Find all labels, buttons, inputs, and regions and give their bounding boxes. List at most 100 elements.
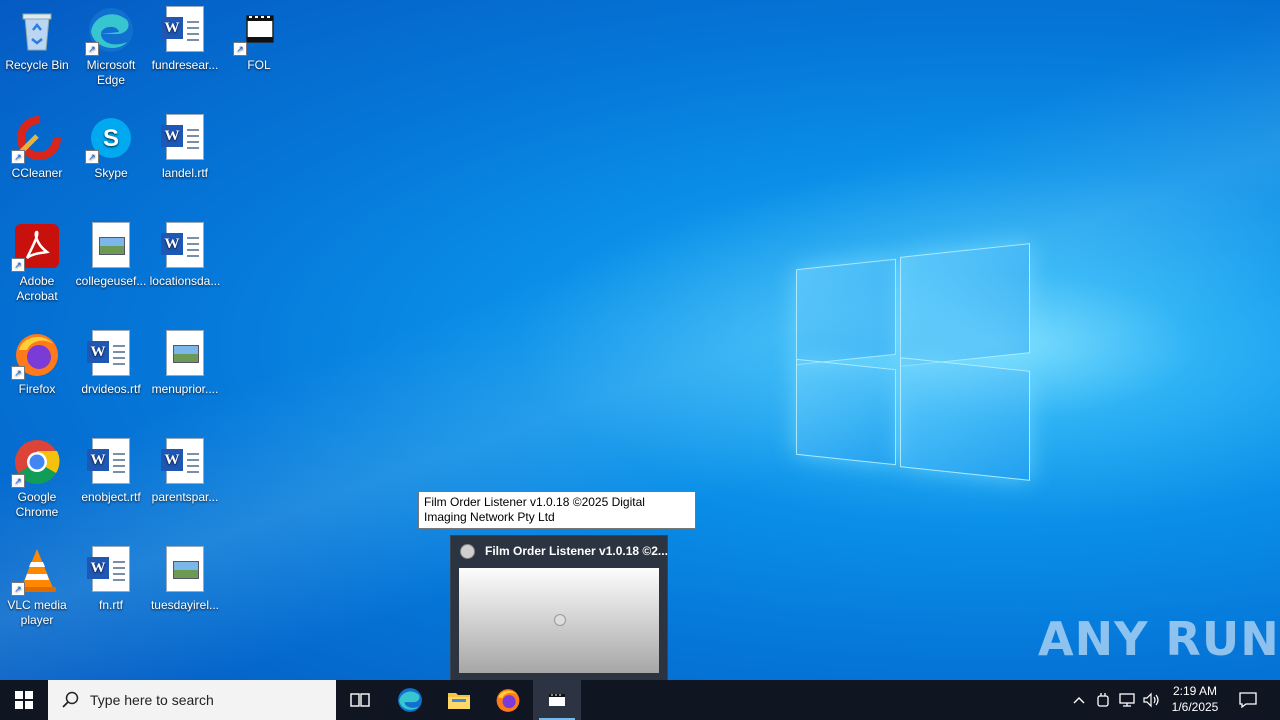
taskbar-film-order-listener-button[interactable] bbox=[533, 680, 581, 720]
desktop-icon-label: Skype bbox=[94, 166, 128, 180]
taskbar-file-explorer-button[interactable] bbox=[435, 680, 483, 720]
edge-icon: ↗ bbox=[85, 6, 135, 56]
volume-icon bbox=[1143, 692, 1159, 708]
desktop-icon-locationsda[interactable]: W locationsda... bbox=[148, 216, 222, 289]
desktop-icon-label: Firefox bbox=[18, 382, 56, 396]
desktop-icon-label: locationsda... bbox=[149, 274, 221, 288]
desktop-icon-parentspar[interactable]: W parentspar... bbox=[148, 432, 222, 505]
desktop-icon-ccleaner[interactable]: ↗ CCleaner bbox=[0, 108, 74, 181]
device-icon bbox=[1097, 693, 1109, 707]
shortcut-arrow-icon: ↗ bbox=[85, 42, 99, 56]
desktop-icon-fn[interactable]: W fn.rtf bbox=[74, 540, 148, 613]
start-button[interactable] bbox=[0, 680, 48, 720]
desktop-icon-fol[interactable]: ↗ FOL bbox=[222, 0, 296, 73]
desktop-icon-label: Recycle Bin bbox=[5, 58, 69, 72]
shortcut-arrow-icon: ↗ bbox=[11, 366, 25, 380]
desktop-icon-menuprior[interactable]: menuprior.... bbox=[148, 324, 222, 397]
taskbar-search-box[interactable]: Type here to search bbox=[48, 680, 336, 720]
desktop-icon-label: menuprior.... bbox=[151, 382, 219, 396]
show-hidden-icons-button[interactable] bbox=[1068, 680, 1090, 720]
desktop-icon-label: tuesdayirel... bbox=[150, 598, 220, 612]
tray-volume-button[interactable] bbox=[1140, 680, 1162, 720]
image-file-icon bbox=[87, 222, 135, 270]
word-doc-icon: W bbox=[161, 114, 209, 162]
film-app-icon: ↗ bbox=[233, 6, 283, 56]
shortcut-arrow-icon: ↗ bbox=[11, 474, 25, 488]
taskbar: Type here to search 2:19 AM 1/6/2025 bbox=[0, 680, 1280, 720]
desktop-icon-tuesdayirel[interactable]: tuesdayirel... bbox=[148, 540, 222, 613]
clock-time: 2:19 AM bbox=[1172, 684, 1218, 698]
shortcut-arrow-icon: ↗ bbox=[11, 258, 25, 272]
desktop-icon-landel[interactable]: W landel.rtf bbox=[148, 108, 222, 181]
chevron-up-icon bbox=[1073, 697, 1085, 704]
desktop-icon-adobe-acrobat[interactable]: ↗ Adobe Acrobat bbox=[0, 216, 74, 304]
taskbar-tooltip: Film Order Listener v1.0.18 ©2025 Digita… bbox=[418, 491, 696, 529]
notification-icon bbox=[1239, 692, 1257, 708]
desktop-icon-label: Google Chrome bbox=[15, 490, 59, 519]
skype-icon: S ↗ bbox=[85, 114, 135, 164]
desktop-icon-firefox[interactable]: ↗ Firefox bbox=[0, 324, 74, 397]
image-file-icon bbox=[161, 330, 209, 378]
desktop-icon-label: parentspar... bbox=[151, 490, 219, 504]
preview-content[interactable] bbox=[459, 568, 659, 673]
word-doc-icon: W bbox=[87, 546, 135, 594]
vlc-icon: ↗ bbox=[11, 546, 61, 596]
film-app-icon bbox=[549, 694, 565, 706]
desktop-icon-label: landel.rtf bbox=[161, 166, 209, 180]
word-doc-icon: W bbox=[87, 438, 135, 486]
loading-spinner-icon bbox=[554, 614, 566, 626]
desktop-icon-collegeusef[interactable]: collegeusef... bbox=[74, 216, 148, 289]
ccleaner-icon: ↗ bbox=[11, 114, 61, 164]
desktop-icon-label: fundresear... bbox=[151, 58, 219, 72]
desktop-icon-label: enobject.rtf bbox=[81, 490, 141, 504]
tray-device-button[interactable] bbox=[1092, 680, 1114, 720]
word-doc-icon: W bbox=[87, 330, 135, 378]
app-icon bbox=[460, 544, 475, 559]
tray-network-button[interactable] bbox=[1116, 680, 1138, 720]
search-placeholder: Type here to search bbox=[90, 692, 214, 708]
desktop-icon-label: collegeusef... bbox=[75, 274, 147, 288]
desktop-icon-recycle-bin[interactable]: Recycle Bin bbox=[0, 0, 74, 73]
edge-icon bbox=[398, 688, 422, 712]
preview-title: Film Order Listener v1.0.18 ©2... bbox=[485, 544, 668, 558]
clock-date: 1/6/2025 bbox=[1171, 700, 1219, 714]
taskbar-firefox-button[interactable] bbox=[484, 680, 532, 720]
image-file-icon bbox=[161, 546, 209, 594]
anyrun-watermark: ANY RUN bbox=[1038, 612, 1280, 666]
firefox-icon bbox=[496, 689, 520, 712]
word-doc-icon: W bbox=[161, 6, 209, 54]
word-doc-icon: W bbox=[161, 438, 209, 486]
task-view-icon bbox=[350, 693, 370, 707]
shortcut-arrow-icon: ↗ bbox=[11, 150, 25, 164]
search-icon bbox=[62, 691, 79, 708]
desktop-icon-enobject[interactable]: W enobject.rtf bbox=[74, 432, 148, 505]
shortcut-arrow-icon: ↗ bbox=[233, 42, 247, 56]
recycle-bin-icon bbox=[13, 6, 61, 54]
network-icon bbox=[1119, 693, 1135, 707]
taskbar-edge-button[interactable] bbox=[386, 680, 434, 720]
windows-start-icon bbox=[15, 691, 33, 709]
window-thumbnail-preview[interactable]: Film Order Listener v1.0.18 ©2... bbox=[450, 535, 668, 682]
task-view-button[interactable] bbox=[336, 680, 384, 720]
word-doc-icon: W bbox=[161, 222, 209, 270]
desktop-icon-fundresear[interactable]: W fundresear... bbox=[148, 0, 222, 73]
acrobat-icon: ↗ bbox=[11, 222, 61, 272]
desktop-icon-label: fn.rtf bbox=[98, 598, 123, 612]
action-center-button[interactable] bbox=[1234, 680, 1262, 720]
folder-icon bbox=[448, 693, 470, 709]
firefox-icon: ↗ bbox=[11, 330, 61, 380]
wallpaper-windows-logo bbox=[796, 242, 1030, 481]
desktop-icon-label: Microsoft Edge bbox=[86, 58, 136, 87]
desktop-icon-drvideos[interactable]: W drvideos.rtf bbox=[74, 324, 148, 397]
svg-text:S: S bbox=[103, 125, 119, 152]
desktop-icon-label: CCleaner bbox=[11, 166, 63, 180]
desktop-icon-label: Adobe Acrobat bbox=[16, 274, 58, 303]
desktop-icon-vlc[interactable]: ↗ VLC media player bbox=[0, 540, 74, 628]
taskbar-clock[interactable]: 2:19 AM 1/6/2025 bbox=[1166, 683, 1224, 715]
desktop-icon-label: VLC media player bbox=[7, 598, 67, 627]
desktop-icon-skype[interactable]: S ↗ Skype bbox=[74, 108, 148, 181]
desktop-icon-google-chrome[interactable]: ↗ Google Chrome bbox=[0, 432, 74, 520]
chrome-icon: ↗ bbox=[11, 438, 61, 488]
desktop-icon-label: drvideos.rtf bbox=[81, 382, 141, 396]
desktop-icon-microsoft-edge[interactable]: ↗ Microsoft Edge bbox=[74, 0, 148, 88]
